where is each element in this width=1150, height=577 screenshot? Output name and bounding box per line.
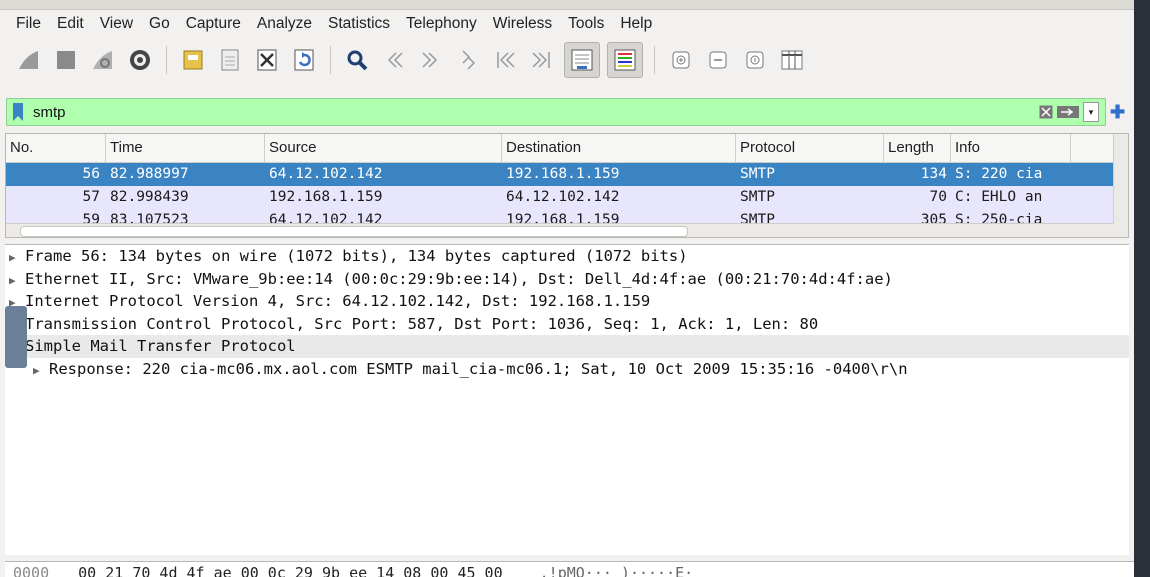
- expand-arrow-icon[interactable]: ▶: [9, 270, 25, 293]
- search-icon[interactable]: [342, 45, 372, 75]
- go-to-packet-icon[interactable]: [453, 45, 483, 75]
- packet-protocol: SMTP: [740, 166, 775, 182]
- expand-arrow-icon[interactable]: ▶: [33, 360, 49, 383]
- detail-tree-item-smtp[interactable]: ▼Simple Mail Transfer Protocol: [5, 335, 1129, 358]
- detail-tree-item-response[interactable]: ▶ Response: 220 cia-mc06.mx.aol.com ESMTP…: [5, 358, 1129, 381]
- menu-analyze[interactable]: Analyze: [249, 15, 320, 33]
- menu-file[interactable]: File: [8, 15, 49, 33]
- stop-icon[interactable]: [51, 45, 81, 75]
- column-header-protocol[interactable]: Protocol: [736, 134, 884, 162]
- toolbar-separator: [166, 46, 167, 74]
- toolbar-separator: [330, 46, 331, 74]
- expand-arrow-icon[interactable]: ▶: [9, 247, 25, 270]
- resize-columns-icon[interactable]: [777, 45, 807, 75]
- packet-no: 56: [82, 166, 100, 182]
- menu-statistics[interactable]: Statistics: [320, 15, 398, 33]
- packet-row[interactable]: 56 82.988997 64.12.102.142 192.168.1.159…: [6, 163, 1128, 186]
- packet-row[interactable]: 57 82.998439 192.168.1.159 64.12.102.142…: [6, 186, 1128, 209]
- packet-destination: 192.168.1.159: [506, 166, 620, 182]
- detail-tree-item-frame[interactable]: ▶ Frame 56: 134 bytes on wire (1072 bits)…: [5, 245, 1129, 268]
- last-packet-icon[interactable]: [527, 45, 557, 75]
- zoom-out-icon[interactable]: [703, 45, 733, 75]
- add-filter-button-icon[interactable]: ✚: [1110, 102, 1125, 123]
- main-toolbar: [0, 38, 1134, 82]
- packet-info: S: 220 cia: [955, 166, 1043, 182]
- packet-list-vertical-scrollbar[interactable]: [1113, 134, 1128, 237]
- menu-edit[interactable]: Edit: [49, 15, 92, 33]
- colorize-icon[interactable]: [607, 42, 643, 78]
- scrollbar-thumb[interactable]: [20, 226, 688, 237]
- packet-details-pane: ▶ Frame 56: 134 bytes on wire (1072 bits)…: [5, 244, 1129, 555]
- go-forward-icon[interactable]: [416, 45, 446, 75]
- first-packet-icon[interactable]: [490, 45, 520, 75]
- close-file-icon[interactable]: [252, 45, 282, 75]
- filter-history-dropdown-icon[interactable]: ▾: [1083, 102, 1099, 122]
- title-bar: [0, 0, 1134, 10]
- detail-text: Internet Protocol Version 4, Src: 64.12.…: [25, 292, 651, 310]
- menu-bar: File Edit View Go Capture Analyze Statis…: [0, 10, 1134, 38]
- column-header-info[interactable]: Info: [951, 134, 1071, 162]
- detail-text: Transmission Control Protocol, Src Port:…: [25, 314, 819, 333]
- capture-options-icon[interactable]: [125, 45, 155, 75]
- normal-size-icon[interactable]: [740, 45, 770, 75]
- bytes-hex[interactable]: 00 21 70 4d 4f ae 00 0c 29 9b ee 14 08 0…: [78, 564, 502, 577]
- packet-source: 64.12.102.142: [269, 166, 383, 182]
- zoom-in-icon[interactable]: [666, 45, 696, 75]
- restart-icon[interactable]: [88, 45, 118, 75]
- menu-go[interactable]: Go: [141, 15, 178, 33]
- menu-wireless[interactable]: Wireless: [485, 15, 560, 33]
- detail-tree-item-tcp[interactable]: ▶Transmission Control Protocol, Src Port…: [5, 313, 1129, 336]
- detail-tree-item-ethernet[interactable]: ▶ Ethernet II, Src: VMware_9b:ee:14 (00:0…: [5, 268, 1129, 291]
- detail-text: Frame 56: 134 bytes on wire (1072 bits),…: [25, 247, 688, 265]
- save-file-icon[interactable]: [215, 45, 245, 75]
- detail-tree-item-ipv4[interactable]: ▶ Internet Protocol Version 4, Src: 64.12…: [5, 290, 1129, 313]
- menu-telephony[interactable]: Telephony: [398, 15, 485, 33]
- packet-list-header: No. Time Source Destination Protocol Len…: [6, 134, 1128, 163]
- column-header-destination[interactable]: Destination: [502, 134, 736, 162]
- toolbar-separator: [654, 46, 655, 74]
- side-panel-handle[interactable]: [5, 306, 27, 368]
- packet-length: 134: [920, 166, 947, 182]
- packet-no: 57: [82, 189, 100, 205]
- packet-length: 70: [929, 189, 947, 205]
- bytes-ascii[interactable]: .!pMO··· )·····E·: [540, 564, 694, 577]
- column-header-no[interactable]: No.: [6, 134, 106, 162]
- shark-fin-start-icon[interactable]: [14, 45, 44, 75]
- detail-text: Simple Mail Transfer Protocol: [25, 337, 296, 355]
- packet-source: 192.168.1.159: [269, 189, 383, 205]
- menu-capture[interactable]: Capture: [178, 15, 249, 33]
- column-header-source[interactable]: Source: [265, 134, 502, 162]
- column-header-time[interactable]: Time: [106, 134, 265, 162]
- autoscroll-icon[interactable]: [564, 42, 600, 78]
- packet-info: C: EHLO an: [955, 189, 1043, 205]
- detail-text: Ethernet II, Src: VMware_9b:ee:14 (00:0c…: [25, 269, 893, 288]
- bytes-offset: 0000: [13, 564, 50, 577]
- packet-list: No. Time Source Destination Protocol Len…: [5, 133, 1129, 238]
- packet-time: 82.998439: [110, 189, 189, 205]
- menu-view[interactable]: View: [92, 15, 141, 33]
- menu-help[interactable]: Help: [612, 15, 660, 33]
- go-back-icon[interactable]: [379, 45, 409, 75]
- detail-text: Response: 220 cia-mc06.mx.aol.com ESMTP …: [49, 359, 908, 378]
- column-header-length[interactable]: Length: [884, 134, 951, 162]
- wireshark-window: File Edit View Go Capture Analyze Statis…: [0, 0, 1134, 577]
- open-file-icon[interactable]: [178, 45, 208, 75]
- menu-tools[interactable]: Tools: [560, 15, 612, 33]
- desktop-edge: [1134, 0, 1150, 577]
- packet-list-horizontal-scrollbar[interactable]: [6, 223, 1114, 237]
- bookmark-icon[interactable]: [11, 102, 25, 122]
- apply-filter-icon[interactable]: [1057, 105, 1079, 119]
- packet-protocol: SMTP: [740, 189, 775, 205]
- packet-bytes-pane: 0000 00 21 70 4d 4f ae 00 0c 29 9b ee 14…: [5, 561, 1134, 577]
- display-filter-input[interactable]: [31, 102, 1039, 122]
- packet-time: 82.988997: [110, 166, 189, 182]
- packet-destination: 64.12.102.142: [506, 189, 620, 205]
- reload-icon[interactable]: [289, 45, 319, 75]
- clear-filter-icon[interactable]: [1039, 105, 1053, 119]
- display-filter-bar: ▾: [6, 98, 1106, 126]
